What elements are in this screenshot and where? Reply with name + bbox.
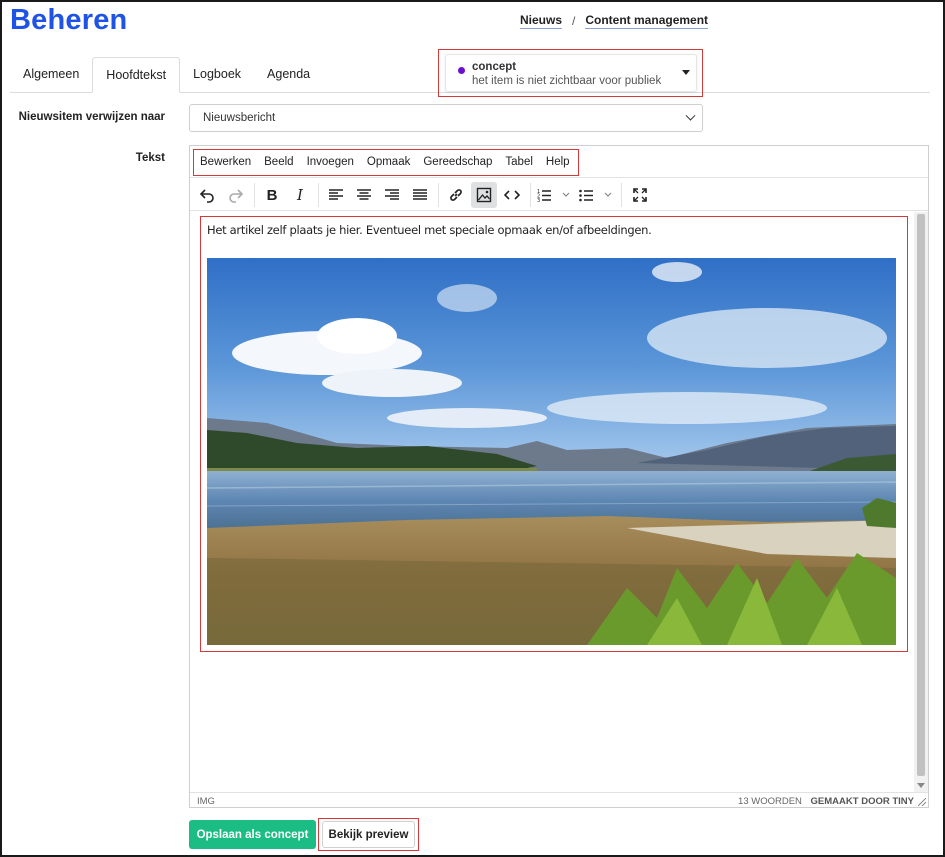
app-title: Beheren	[10, 4, 128, 36]
toolbar-separator	[254, 183, 255, 207]
statusbar-right: 13 WOORDEN GEMAAKT DOOR TINY	[738, 796, 914, 807]
redo-icon[interactable]	[223, 182, 249, 208]
toolbar-separator	[318, 183, 319, 207]
menu-invoegen[interactable]: Invoegen	[307, 156, 354, 168]
editor-statusbar: IMG 13 WOORDEN GEMAAKT DOOR TINY	[190, 792, 928, 808]
article-body-text[interactable]: Het artikel zelf plaats je hier. Eventue…	[207, 223, 652, 237]
rich-text-editor: Bewerken Beeld Invoegen Opmaak Gereedsch…	[189, 145, 929, 808]
menu-opmaak[interactable]: Opmaak	[367, 156, 410, 168]
toolbar-separator	[438, 183, 439, 207]
redirect-label: Nieuwsitem verwijzen naar	[18, 111, 165, 123]
image-icon[interactable]	[471, 182, 497, 208]
editor-toolbar: B I 123	[190, 179, 928, 211]
status-dropdown[interactable]: concept het item is niet zichtbaar voor …	[445, 54, 697, 92]
editor-content[interactable]: Het artikel zelf plaats je hier. Eventue…	[190, 212, 914, 792]
bold-icon[interactable]: B	[259, 182, 285, 208]
link-icon[interactable]	[443, 182, 469, 208]
tab-bar: Algemeen Hoofdtekst Logboek Agenda	[10, 57, 323, 93]
resize-handle-icon[interactable]	[918, 798, 926, 806]
save-concept-button[interactable]: Opslaan als concept	[189, 820, 316, 849]
landscape-photo[interactable]	[207, 258, 896, 645]
menu-tabel[interactable]: Tabel	[505, 156, 533, 168]
toolbar-separator	[530, 183, 531, 207]
menu-bewerken[interactable]: Bewerken	[200, 156, 251, 168]
undo-icon[interactable]	[194, 182, 220, 208]
breadcrumb-nieuws[interactable]: Nieuws	[520, 13, 563, 29]
menu-help[interactable]: Help	[546, 156, 570, 168]
tiny-branding[interactable]: GEMAAKT DOOR TINY	[811, 796, 914, 807]
code-icon[interactable]	[499, 182, 525, 208]
numbered-list-icon[interactable]: 123	[535, 182, 575, 208]
align-center-icon[interactable]	[351, 182, 377, 208]
editor-scrollbar[interactable]	[914, 212, 928, 792]
tab-hoofdtekst[interactable]: Hoofdtekst	[92, 57, 181, 93]
italic-icon[interactable]: I	[287, 182, 313, 208]
bullet-list-icon[interactable]	[577, 182, 617, 208]
tab-agenda[interactable]: Agenda	[254, 57, 323, 93]
breadcrumb-content-management[interactable]: Content management	[585, 13, 709, 29]
redirect-select[interactable]: Nieuwsbericht	[189, 104, 703, 132]
word-count[interactable]: 13 WOORDEN	[738, 796, 802, 807]
align-justify-icon[interactable]	[407, 182, 433, 208]
tab-logboek[interactable]: Logboek	[180, 57, 254, 93]
menu-gereedschap[interactable]: Gereedschap	[423, 156, 492, 168]
scrollbar-thumb[interactable]	[917, 214, 925, 776]
toolbar-separator	[621, 183, 622, 207]
editor-menubar: Bewerken Beeld Invoegen Opmaak Gereedsch…	[190, 146, 928, 178]
element-path[interactable]: IMG	[197, 796, 215, 807]
status-highlight: concept het item is niet zichtbaar voor …	[438, 49, 703, 97]
breadcrumb-separator: /	[572, 14, 576, 28]
svg-text:3: 3	[537, 198, 540, 202]
caret-down-icon	[682, 70, 690, 75]
status-title: concept	[472, 61, 517, 73]
align-right-icon[interactable]	[379, 182, 405, 208]
scroll-down-icon[interactable]	[917, 783, 925, 788]
fullscreen-icon[interactable]	[627, 182, 653, 208]
breadcrumb: Nieuws / Content management	[520, 13, 709, 29]
text-label: Tekst	[135, 152, 165, 164]
status-dot	[458, 67, 465, 74]
preview-button[interactable]: Bekijk preview	[322, 821, 415, 848]
redirect-select-value: Nieuwsbericht	[203, 112, 276, 124]
tab-algemeen[interactable]: Algemeen	[10, 57, 92, 93]
align-left-icon[interactable]	[323, 182, 349, 208]
chevron-down-icon	[685, 110, 696, 121]
status-subtitle: het item is niet zichtbaar voor publiek	[472, 75, 662, 87]
menu-beeld[interactable]: Beeld	[264, 156, 293, 168]
